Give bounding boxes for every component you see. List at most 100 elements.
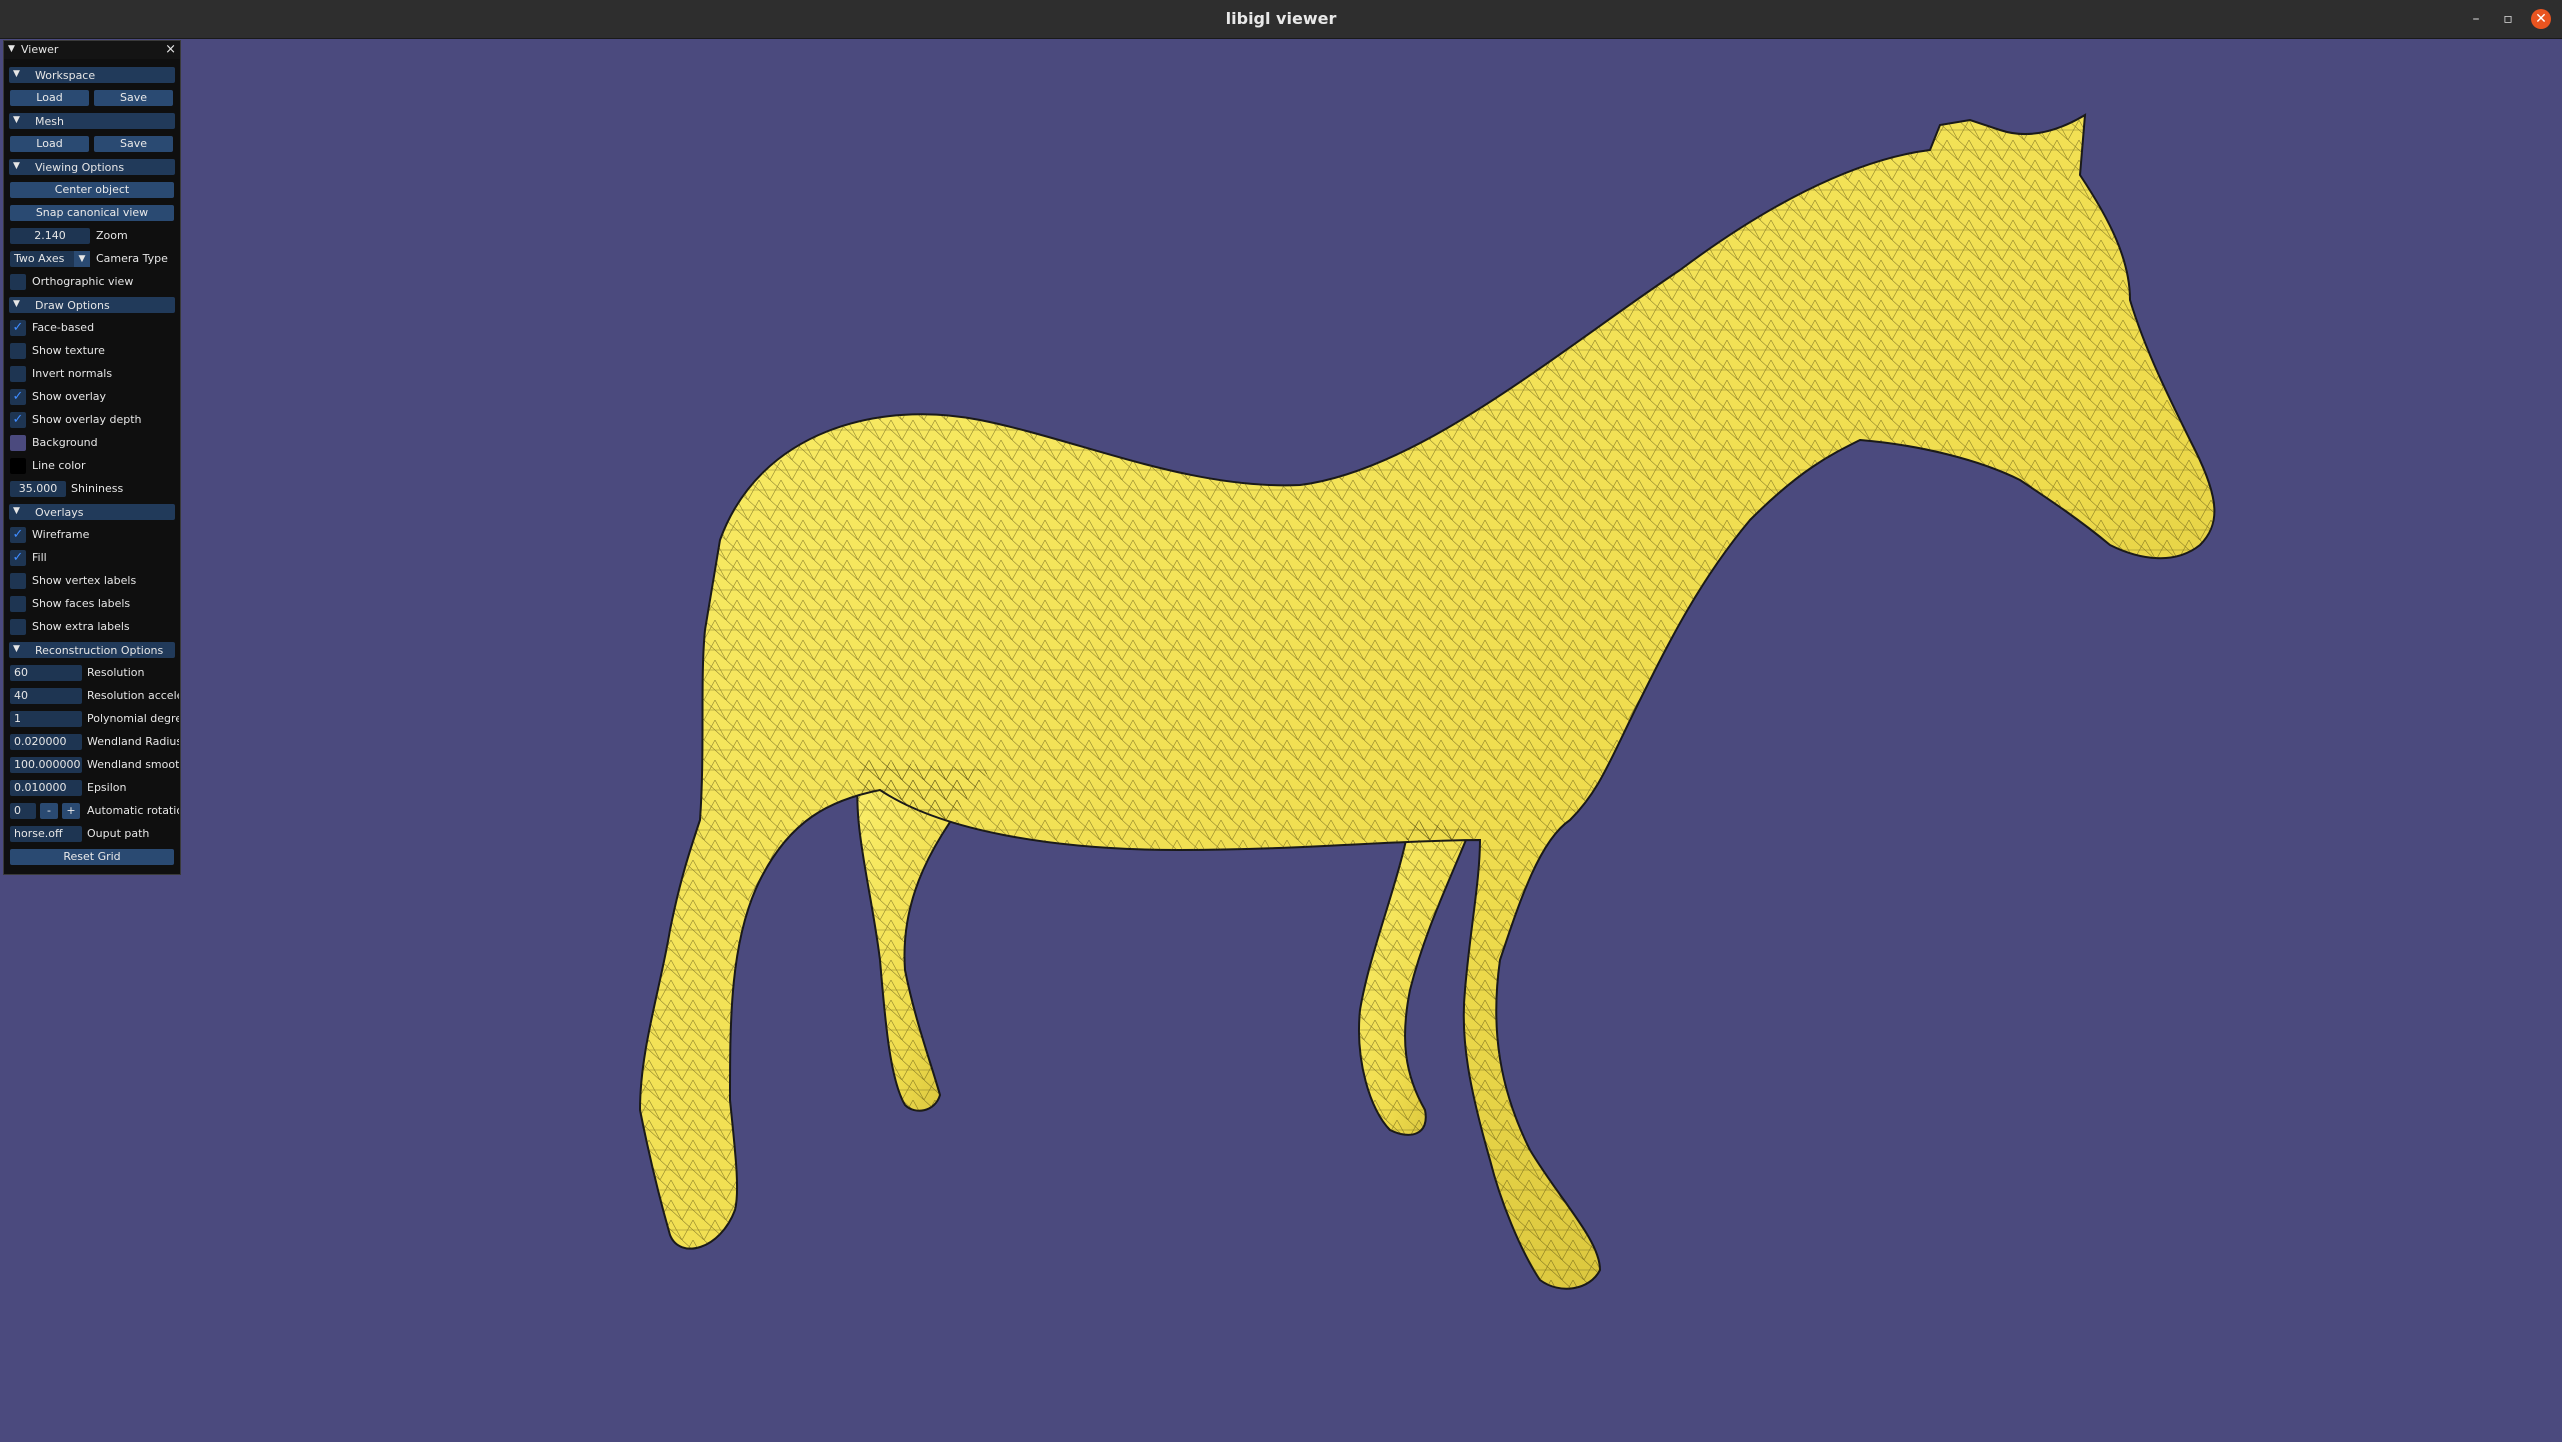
polynomial-degree-row: 1 Polynomial degree [4, 709, 180, 729]
show-overlay-checkbox[interactable]: ✓ [10, 389, 26, 405]
overlays-header[interactable]: ▼ Overlays [4, 502, 180, 522]
close-window-icon[interactable]: ✕ [2531, 9, 2551, 29]
horse-mesh [638, 113, 2216, 1290]
collapse-triangle-icon: ▼ [13, 69, 20, 79]
chevron-down-icon[interactable]: ▼ [74, 251, 90, 267]
collapse-triangle-icon: ▼ [13, 161, 20, 171]
auto-rotation-input[interactable]: 0 [10, 803, 36, 819]
zoom-label: Zoom [96, 229, 128, 242]
resolution-input[interactable]: 60 [10, 665, 82, 681]
output-path-row: horse.off Ouput path [4, 824, 180, 844]
show-overlay-depth-checkbox[interactable]: ✓ [10, 412, 26, 428]
face-based-label: Face-based [32, 321, 95, 334]
wireframe-label: Wireframe [32, 528, 90, 541]
camera-type-label: Camera Type [96, 252, 168, 265]
close-icon[interactable]: × [165, 42, 176, 57]
invert-normals-checkbox[interactable] [10, 366, 26, 382]
section-label: Mesh [35, 115, 64, 128]
zoom-input[interactable]: 2.140 [10, 228, 90, 244]
fill-checkbox[interactable]: ✓ [10, 550, 26, 566]
snap-canonical-view-button[interactable]: Snap canonical view [10, 205, 174, 221]
show-extra-labels-checkbox[interactable] [10, 619, 26, 635]
viewing-options-header[interactable]: ▼ Viewing Options [4, 157, 180, 177]
show-faces-labels-checkbox[interactable] [10, 596, 26, 612]
resolution-accel-row: 40 Resolution acceler [4, 686, 180, 706]
shininess-input[interactable]: 35.000 [10, 481, 66, 497]
output-path-label: Ouput path [87, 827, 150, 840]
show-overlay-label: Show overlay [32, 390, 107, 403]
orthographic-checkbox[interactable] [10, 274, 26, 290]
epsilon-row: 0.010000 Epsilon [4, 778, 180, 798]
draw-options-header[interactable]: ▼ Draw Options [4, 295, 180, 315]
workspace-buttons: Load Save [4, 88, 180, 108]
show-faces-labels-label: Show faces labels [32, 597, 131, 610]
draw-option-row: Show texture [4, 341, 180, 361]
face-based-checkbox[interactable]: ✓ [10, 320, 26, 336]
collapse-triangle-icon: ▼ [13, 299, 20, 309]
fill-label: Fill [32, 551, 47, 564]
camera-type-row: Two Axes ▼ Camera Type [4, 249, 180, 269]
mesh-save-button[interactable]: Save [94, 136, 173, 152]
background-color-swatch[interactable] [10, 435, 26, 451]
wendland-smooth-input[interactable]: 100.000000 [10, 757, 82, 773]
collapse-triangle-icon[interactable]: ▼ [8, 44, 15, 54]
overlay-option-row: Show faces labels [4, 594, 180, 614]
polynomial-degree-label: Polynomial degree [87, 712, 179, 725]
zoom-row: 2.140 Zoom [4, 226, 180, 246]
draw-option-row: ✓ Show overlay depth [4, 410, 180, 430]
overlay-option-row: Show extra labels [4, 617, 180, 637]
window-title: libigl viewer [1225, 9, 1337, 28]
3d-viewport[interactable] [0, 39, 2562, 1442]
reconstruction-options-header[interactable]: ▼ Reconstruction Options [4, 640, 180, 660]
show-vertex-labels-label: Show vertex labels [32, 574, 137, 587]
viewer-panel-title: Viewer [21, 43, 59, 56]
auto-rotation-label: Automatic rotatior [87, 804, 179, 817]
wendland-radius-row: 0.020000 Wendland Radius [4, 732, 180, 752]
line-color-swatch[interactable] [10, 458, 26, 474]
show-vertex-labels-checkbox[interactable] [10, 573, 26, 589]
wendland-smooth-label: Wendland smooth [87, 758, 179, 771]
resolution-accel-input[interactable]: 40 [10, 688, 82, 704]
epsilon-input[interactable]: 0.010000 [10, 780, 82, 796]
camera-type-value: Two Axes [14, 252, 65, 265]
line-color-label: Line color [32, 459, 86, 472]
wendland-radius-input[interactable]: 0.020000 [10, 734, 82, 750]
mesh-load-button[interactable]: Load [10, 136, 89, 152]
mesh-buttons: Load Save [4, 134, 180, 154]
show-texture-label: Show texture [32, 344, 105, 357]
invert-normals-label: Invert normals [32, 367, 113, 380]
viewer-panel-titlebar[interactable]: ▼ Viewer × [4, 41, 180, 59]
workspace-header[interactable]: ▼ Workspace [4, 65, 180, 85]
draw-option-row: Invert normals [4, 364, 180, 384]
resolution-row: 60 Resolution [4, 663, 180, 683]
auto-rotation-row: 0 - + Automatic rotatior [4, 801, 180, 821]
viewer-panel: ▼ Viewer × ▼ Workspace Load Save ▼ Mesh Lo… [3, 40, 181, 875]
resolution-label: Resolution [87, 666, 145, 679]
workspace-load-button[interactable]: Load [10, 90, 89, 106]
reset-grid-button[interactable]: Reset Grid [10, 849, 174, 865]
mesh-header[interactable]: ▼ Mesh [4, 111, 180, 131]
reset-grid-row: Reset Grid [4, 847, 180, 867]
center-object-button[interactable]: Center object [10, 182, 174, 198]
wendland-smooth-row: 100.000000 Wendland smooth [4, 755, 180, 775]
restore-icon[interactable]: ▫ [2498, 9, 2518, 29]
polynomial-degree-input[interactable]: 1 [10, 711, 82, 727]
section-label: Viewing Options [35, 161, 125, 174]
section-label: Workspace [35, 69, 96, 82]
shininess-row: 35.000 Shininess [4, 479, 180, 499]
camera-type-select[interactable]: Two Axes ▼ [10, 251, 90, 267]
overlay-option-row: ✓ Fill [4, 548, 180, 568]
shininess-label: Shininess [71, 482, 124, 495]
section-label: Reconstruction Options [35, 644, 164, 657]
output-path-input[interactable]: horse.off [10, 826, 82, 842]
wireframe-checkbox[interactable]: ✓ [10, 527, 26, 543]
section-label: Overlays [35, 506, 84, 519]
minimize-icon[interactable]: – [2466, 9, 2486, 29]
line-color-row: Line color [4, 456, 180, 476]
horse-shape [638, 113, 2216, 1290]
orthographic-row: Orthographic view [4, 272, 180, 292]
workspace-save-button[interactable]: Save [94, 90, 173, 106]
increment-button[interactable]: + [62, 803, 80, 819]
decrement-button[interactable]: - [40, 803, 58, 819]
show-texture-checkbox[interactable] [10, 343, 26, 359]
